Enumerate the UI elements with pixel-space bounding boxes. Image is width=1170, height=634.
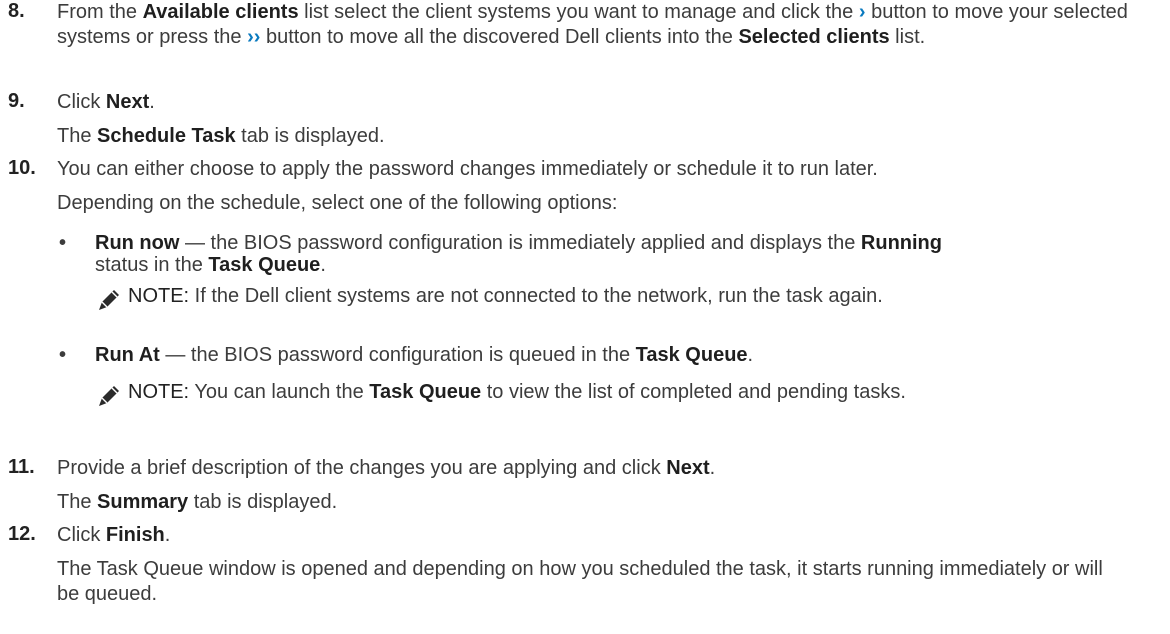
step-number: 8. [8,0,25,22]
step-result-text: The Summary tab is displayed. [57,491,338,513]
step-text: Click Finish. [57,524,171,546]
note-callout: NOTE: You can launch the Task Queue to v… [97,378,1147,412]
double-chevron-right-icon: ›› [247,26,261,48]
note-label: NOTE: [128,381,190,403]
step-text: You can either choose to apply the passw… [57,158,878,180]
note-callout: NOTE: If the Dell client systems are not… [97,282,1147,316]
option-run-at: Run At — the BIOS password configuration… [95,344,754,366]
step-text: From the Available clients list select t… [57,1,1128,48]
step-result-text: The Task Queue window is opened and depe… [57,558,1103,605]
bullet-marker: • [59,344,67,366]
step-number: 11. [8,456,35,478]
bullet-marker: • [59,232,67,254]
note-pencil-icon [99,290,119,310]
selected-clients-label: Selected clients [738,26,890,48]
note-pencil-icon [99,386,119,406]
step-number: 10. [8,157,36,179]
step-text: Provide a brief description of the chang… [57,457,716,479]
run-at-label: Run At [95,344,160,366]
note-label: NOTE: [128,285,190,307]
step-number: 9. [8,90,25,112]
step-detail-text: Depending on the schedule, select one of… [57,192,618,214]
schedule-task-label: Schedule Task [97,125,236,147]
chevron-right-icon: › [858,1,866,23]
available-clients-label: Available clients [142,1,299,23]
step-text: Click Next. [57,91,155,113]
step-result-text: The Schedule Task tab is displayed. [57,125,385,147]
run-now-label: Run now [95,232,180,254]
option-run-now: Run now — the BIOS password configuratio… [95,232,942,276]
next-label: Next [105,91,150,113]
next-label: Next [666,457,710,479]
finish-label: Finish [105,524,165,546]
summary-label: Summary [97,491,189,513]
step-number: 12. [8,523,36,545]
